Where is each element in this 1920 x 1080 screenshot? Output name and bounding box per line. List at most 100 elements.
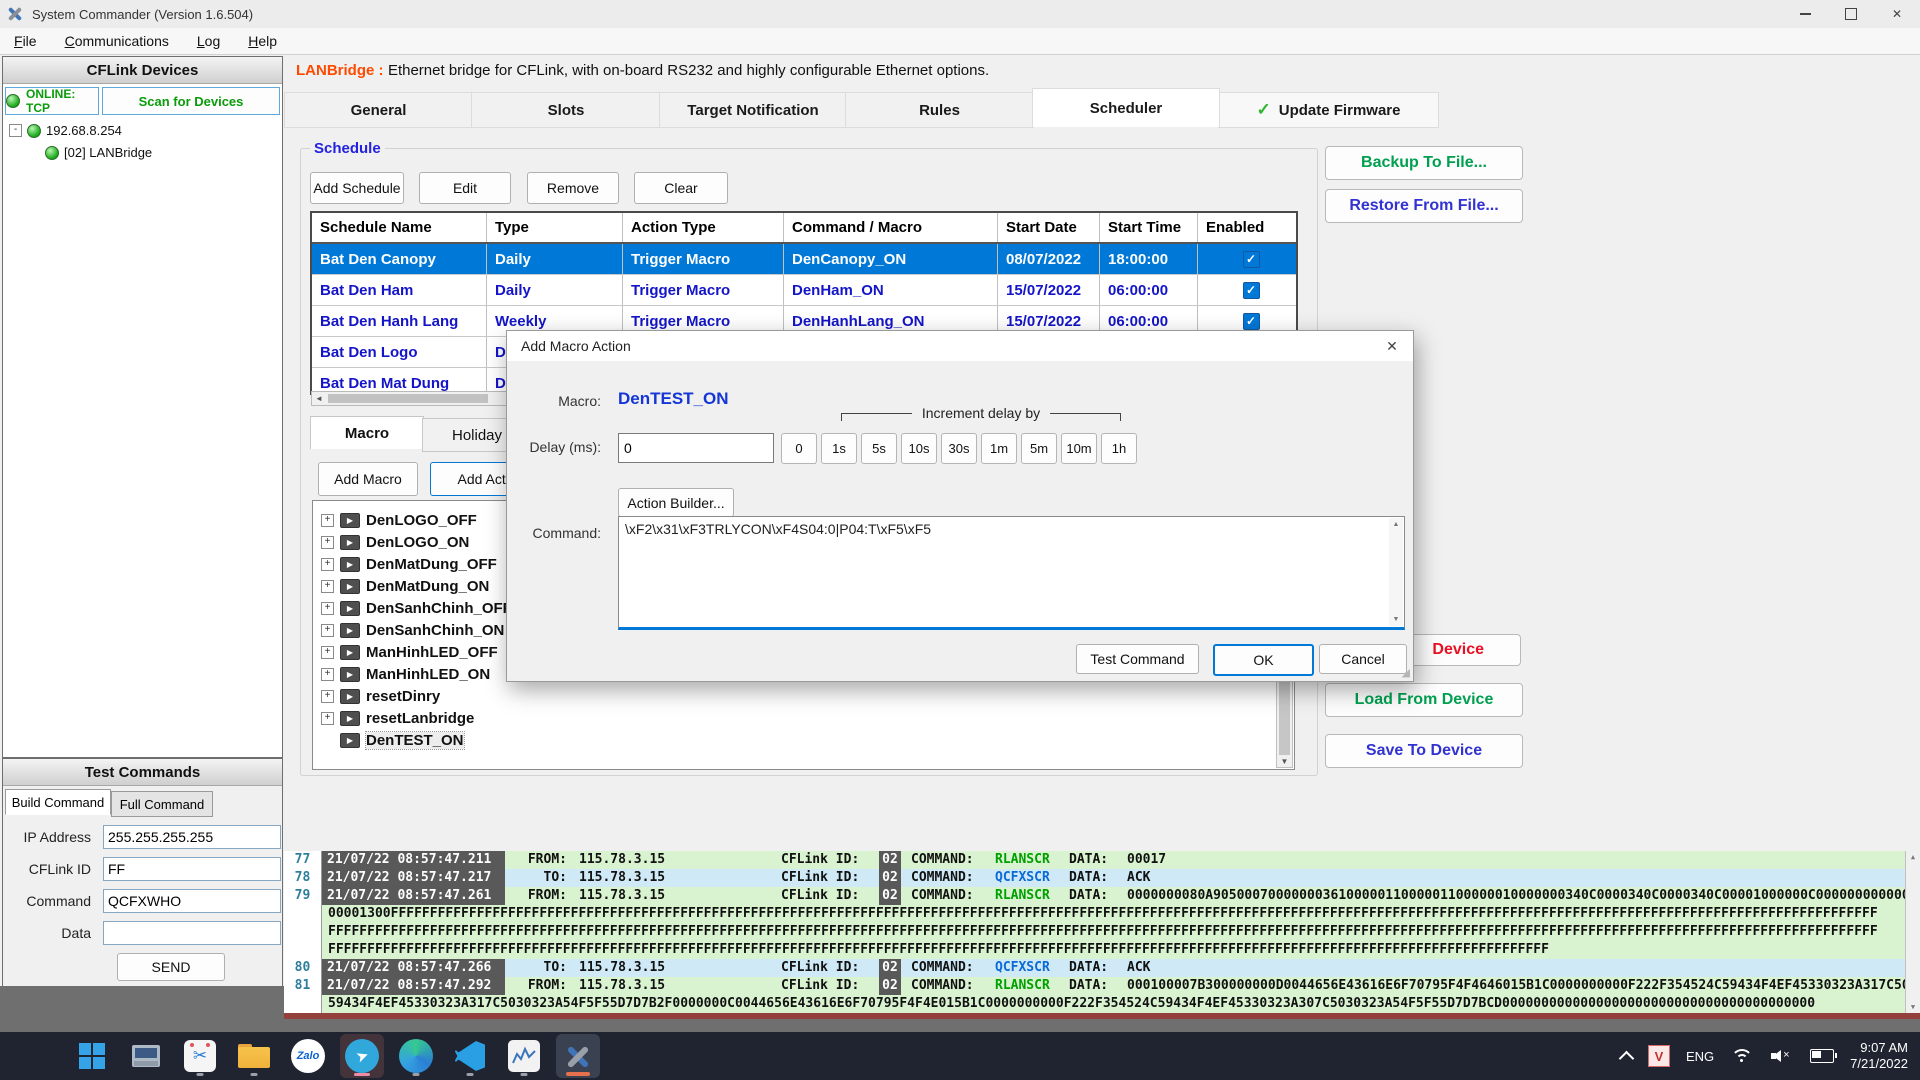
delay-preset-0[interactable]: 0	[781, 433, 817, 464]
delay-value-input[interactable]	[619, 434, 807, 462]
col-start-date[interactable]: Start Date	[998, 213, 1100, 242]
enabled-checkbox[interactable]: ✓	[1243, 313, 1260, 330]
clear-button[interactable]: Clear	[634, 172, 728, 204]
menu-help[interactable]: Help	[248, 33, 277, 49]
battery-icon[interactable]	[1810, 1049, 1834, 1063]
resize-grip[interactable]: ◢	[1402, 666, 1410, 679]
minimize-button[interactable]	[1782, 0, 1828, 28]
remote-desktop-button[interactable]	[124, 1034, 168, 1078]
expand-icon[interactable]: +	[321, 690, 334, 703]
macro-item[interactable]: + ▶ DenMatDung_ON	[321, 576, 489, 596]
col-schedule-name[interactable]: Schedule Name	[312, 213, 487, 242]
telegram-button[interactable]: ➤	[340, 1034, 384, 1078]
system-commander-button[interactable]	[556, 1034, 600, 1078]
tab-full-command[interactable]: Full Command	[111, 791, 213, 817]
expand-icon[interactable]: +	[321, 580, 334, 593]
command-field[interactable]	[103, 889, 281, 913]
delay-preset-1s[interactable]: 1s	[821, 433, 857, 464]
macro-item-selected[interactable]: ▶ DenTEST_ON	[340, 730, 464, 750]
col-start-time[interactable]: Start Time	[1100, 213, 1198, 242]
log-line[interactable]: 79 21/07/22 08:57:47.261 FROM: 115.78.3.…	[284, 887, 1920, 905]
log-line-continuation[interactable]: 00001300FFFFFFFFFFFFFFFFFFFFFFFFFFFFFFFF…	[284, 905, 1920, 923]
macro-item[interactable]: + ▶ resetDinry	[321, 686, 440, 706]
scroll-down-icon[interactable]: ▼	[1393, 613, 1400, 626]
menu-file[interactable]: File	[14, 33, 37, 49]
performance-monitor-button[interactable]	[502, 1034, 546, 1078]
menu-communications[interactable]: Communications	[65, 33, 169, 49]
delay-preset-5m[interactable]: 5m	[1021, 433, 1057, 464]
scroll-down-icon[interactable]: ▼	[1911, 1001, 1915, 1013]
ip-address-field[interactable]	[103, 825, 281, 849]
delay-preset-5s[interactable]: 5s	[861, 433, 897, 464]
expand-icon[interactable]: +	[321, 558, 334, 571]
remove-button[interactable]: Remove	[527, 172, 619, 204]
close-button[interactable]: ✕	[1874, 0, 1920, 28]
start-button[interactable]	[70, 1034, 114, 1078]
tray-v-app-icon[interactable]: V	[1648, 1045, 1670, 1067]
load-from-device-button[interactable]: Load From Device	[1325, 683, 1523, 717]
restore-from-file-button[interactable]: Restore From File...	[1325, 189, 1523, 223]
expand-icon[interactable]: +	[321, 602, 334, 615]
file-explorer-button[interactable]	[232, 1034, 276, 1078]
tab-update-firmware[interactable]: ✓ Update Firmware	[1218, 92, 1439, 128]
tree-node-root[interactable]: - 192.68.8.254	[9, 123, 122, 138]
tree-node-lanbridge[interactable]: [02] LANBridge	[45, 145, 152, 160]
expand-icon[interactable]: +	[321, 536, 334, 549]
menu-log[interactable]: Log	[197, 33, 220, 49]
maximize-button[interactable]	[1828, 0, 1874, 28]
macro-item[interactable]: + ▶ DenLOGO_ON	[321, 532, 469, 552]
col-type[interactable]: Type	[487, 213, 623, 242]
collapse-icon[interactable]: -	[9, 124, 22, 137]
clock[interactable]: 9:07 AM 7/21/2022	[1850, 1040, 1908, 1072]
tab-general[interactable]: General	[284, 92, 473, 128]
delay-preset-10s[interactable]: 10s	[901, 433, 937, 464]
test-command-button[interactable]: Test Command	[1076, 644, 1199, 674]
scrollbar-thumb[interactable]	[328, 394, 488, 403]
wifi-icon[interactable]	[1730, 1047, 1754, 1065]
log-line[interactable]: 77 21/07/22 08:57:47.211 FROM: 115.78.3.…	[284, 851, 1920, 869]
macro-item[interactable]: + ▶ DenSanhChinh_ON	[321, 620, 504, 640]
macro-item[interactable]: + ▶ ManHinhLED_ON	[321, 664, 490, 684]
data-field[interactable]	[103, 921, 281, 945]
vscode-button[interactable]	[448, 1034, 492, 1078]
add-macro-button[interactable]: Add Macro	[318, 462, 418, 496]
tab-slots[interactable]: Slots	[471, 92, 661, 128]
command-scrollbar[interactable]: ▲ ▼	[1389, 518, 1403, 626]
log-line-continuation[interactable]: 59434F4EF45330323A317C5030323A54F5F55D7D…	[284, 995, 1920, 1013]
table-row[interactable]: Bat Den Canopy Daily Trigger Macro DenCa…	[312, 244, 1296, 275]
tab-macro[interactable]: Macro	[310, 416, 424, 449]
ok-button[interactable]: OK	[1213, 644, 1314, 676]
tab-build-command[interactable]: Build Command	[5, 789, 111, 815]
log-scrollbar[interactable]: ▲ ▼	[1905, 851, 1920, 1013]
dialog-close-button[interactable]: ✕	[1381, 336, 1403, 356]
command-textarea[interactable]: \xF2\x31\xF3TRLYCON\xF4S04:0|P04:T\xF5\x…	[618, 516, 1405, 630]
table-row[interactable]: Bat Den Ham Daily Trigger Macro DenHam_O…	[312, 275, 1296, 306]
scroll-up-icon[interactable]: ▲	[1911, 851, 1915, 863]
tab-scheduler[interactable]: Scheduler	[1032, 88, 1220, 127]
save-to-device-button[interactable]: Save To Device	[1325, 734, 1523, 768]
send-button[interactable]: SEND	[117, 953, 225, 981]
delay-preset-1m[interactable]: 1m	[981, 433, 1017, 464]
delay-spinner[interactable]: ▲ ▼	[618, 433, 774, 463]
edit-button[interactable]: Edit	[419, 172, 511, 204]
col-command-macro[interactable]: Command / Macro	[784, 213, 998, 242]
snipping-tool-button[interactable]: ✂	[178, 1034, 222, 1078]
action-builder-button[interactable]: Action Builder...	[618, 488, 734, 517]
tray-chevron-up-icon[interactable]	[1619, 1050, 1635, 1066]
edge-button[interactable]	[394, 1034, 438, 1078]
cancel-button[interactable]: Cancel	[1319, 644, 1407, 674]
scroll-left-icon[interactable]: ◄	[312, 393, 326, 404]
log-line-continuation[interactable]: FFFFFFFFFFFFFFFFFFFFFFFFFFFFFFFFFFFFFFFF…	[284, 941, 1920, 959]
volume-muted-icon[interactable]: ×	[1770, 1048, 1794, 1064]
language-indicator[interactable]: ENG	[1686, 1049, 1714, 1064]
zalo-button[interactable]: Zalo	[286, 1034, 330, 1078]
macro-item[interactable]: + ▶ DenSanhChinh_OFF	[321, 598, 512, 618]
expand-icon[interactable]: +	[321, 712, 334, 725]
scan-for-devices-button[interactable]: Scan for Devices	[102, 87, 280, 115]
enabled-checkbox[interactable]: ✓	[1243, 251, 1260, 268]
delay-preset-1h[interactable]: 1h	[1101, 433, 1137, 464]
enabled-checkbox[interactable]: ✓	[1243, 282, 1260, 299]
tab-target-notification[interactable]: Target Notification	[659, 92, 847, 128]
backup-to-file-button[interactable]: Backup To File...	[1325, 146, 1523, 180]
macro-item[interactable]: + ▶ DenLOGO_OFF	[321, 510, 477, 530]
